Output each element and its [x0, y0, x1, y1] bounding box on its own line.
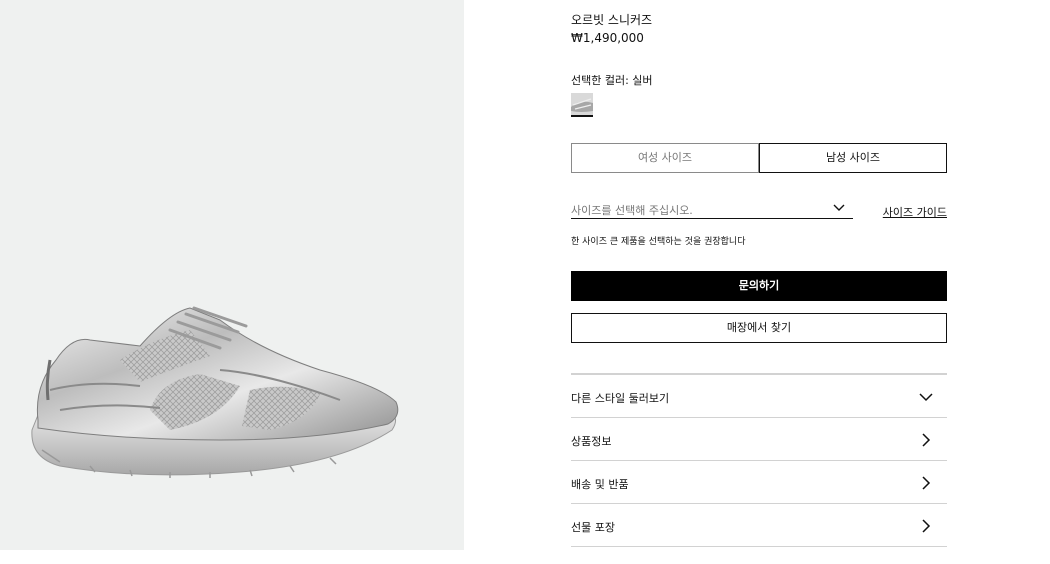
accordion-gift-wrap[interactable]: 선물 포장 [571, 504, 947, 547]
size-recommendation-note: 한 사이즈 큰 제품을 선택하는 것을 권장합니다 [571, 237, 746, 247]
swatch-thumbnail [571, 93, 593, 115]
accordion-product-info[interactable]: 상품정보 [571, 418, 947, 461]
size-dropdown[interactable]: 사이즈를 선택해 주십시오. [571, 199, 853, 219]
color-swatch-silver[interactable] [571, 93, 593, 117]
chevron-right-icon [922, 519, 931, 533]
product-price: ₩1,490,000 [571, 31, 644, 45]
chevron-right-icon [922, 433, 931, 447]
accordion-label: 선물 포장 [571, 521, 615, 534]
tab-women-size[interactable]: 여성 사이즈 [571, 143, 759, 173]
product-accordion: 다른 스타일 둘러보기 상품정보 배송 및 반품 선물 포장 [571, 373, 947, 547]
product-image-panel [0, 0, 464, 550]
selected-color-label: 선택한 컬러: 실버 [571, 74, 653, 87]
accordion-shipping-returns[interactable]: 배송 및 반품 [571, 461, 947, 504]
product-image-silver-sneaker [31, 306, 399, 478]
chevron-down-icon [833, 204, 845, 211]
chevron-right-icon [922, 476, 931, 490]
accordion-label: 상품정보 [571, 435, 612, 448]
accordion-explore-styles[interactable]: 다른 스타일 둘러보기 [571, 375, 947, 418]
size-tabs: 여성 사이즈 남성 사이즈 [571, 143, 947, 173]
tab-men-size[interactable]: 남성 사이즈 [759, 143, 947, 173]
find-in-store-button[interactable]: 매장에서 찾기 [571, 313, 947, 343]
size-dropdown-placeholder: 사이즈를 선택해 주십시오. [571, 204, 693, 217]
inquire-button[interactable]: 문의하기 [571, 271, 947, 301]
size-guide-link[interactable]: 사이즈 가이드 [883, 204, 947, 220]
product-title: 오르빗 스니커즈 [571, 13, 653, 27]
chevron-down-icon [919, 393, 933, 402]
accordion-label: 배송 및 반품 [571, 478, 629, 491]
accordion-label: 다른 스타일 둘러보기 [571, 392, 670, 405]
